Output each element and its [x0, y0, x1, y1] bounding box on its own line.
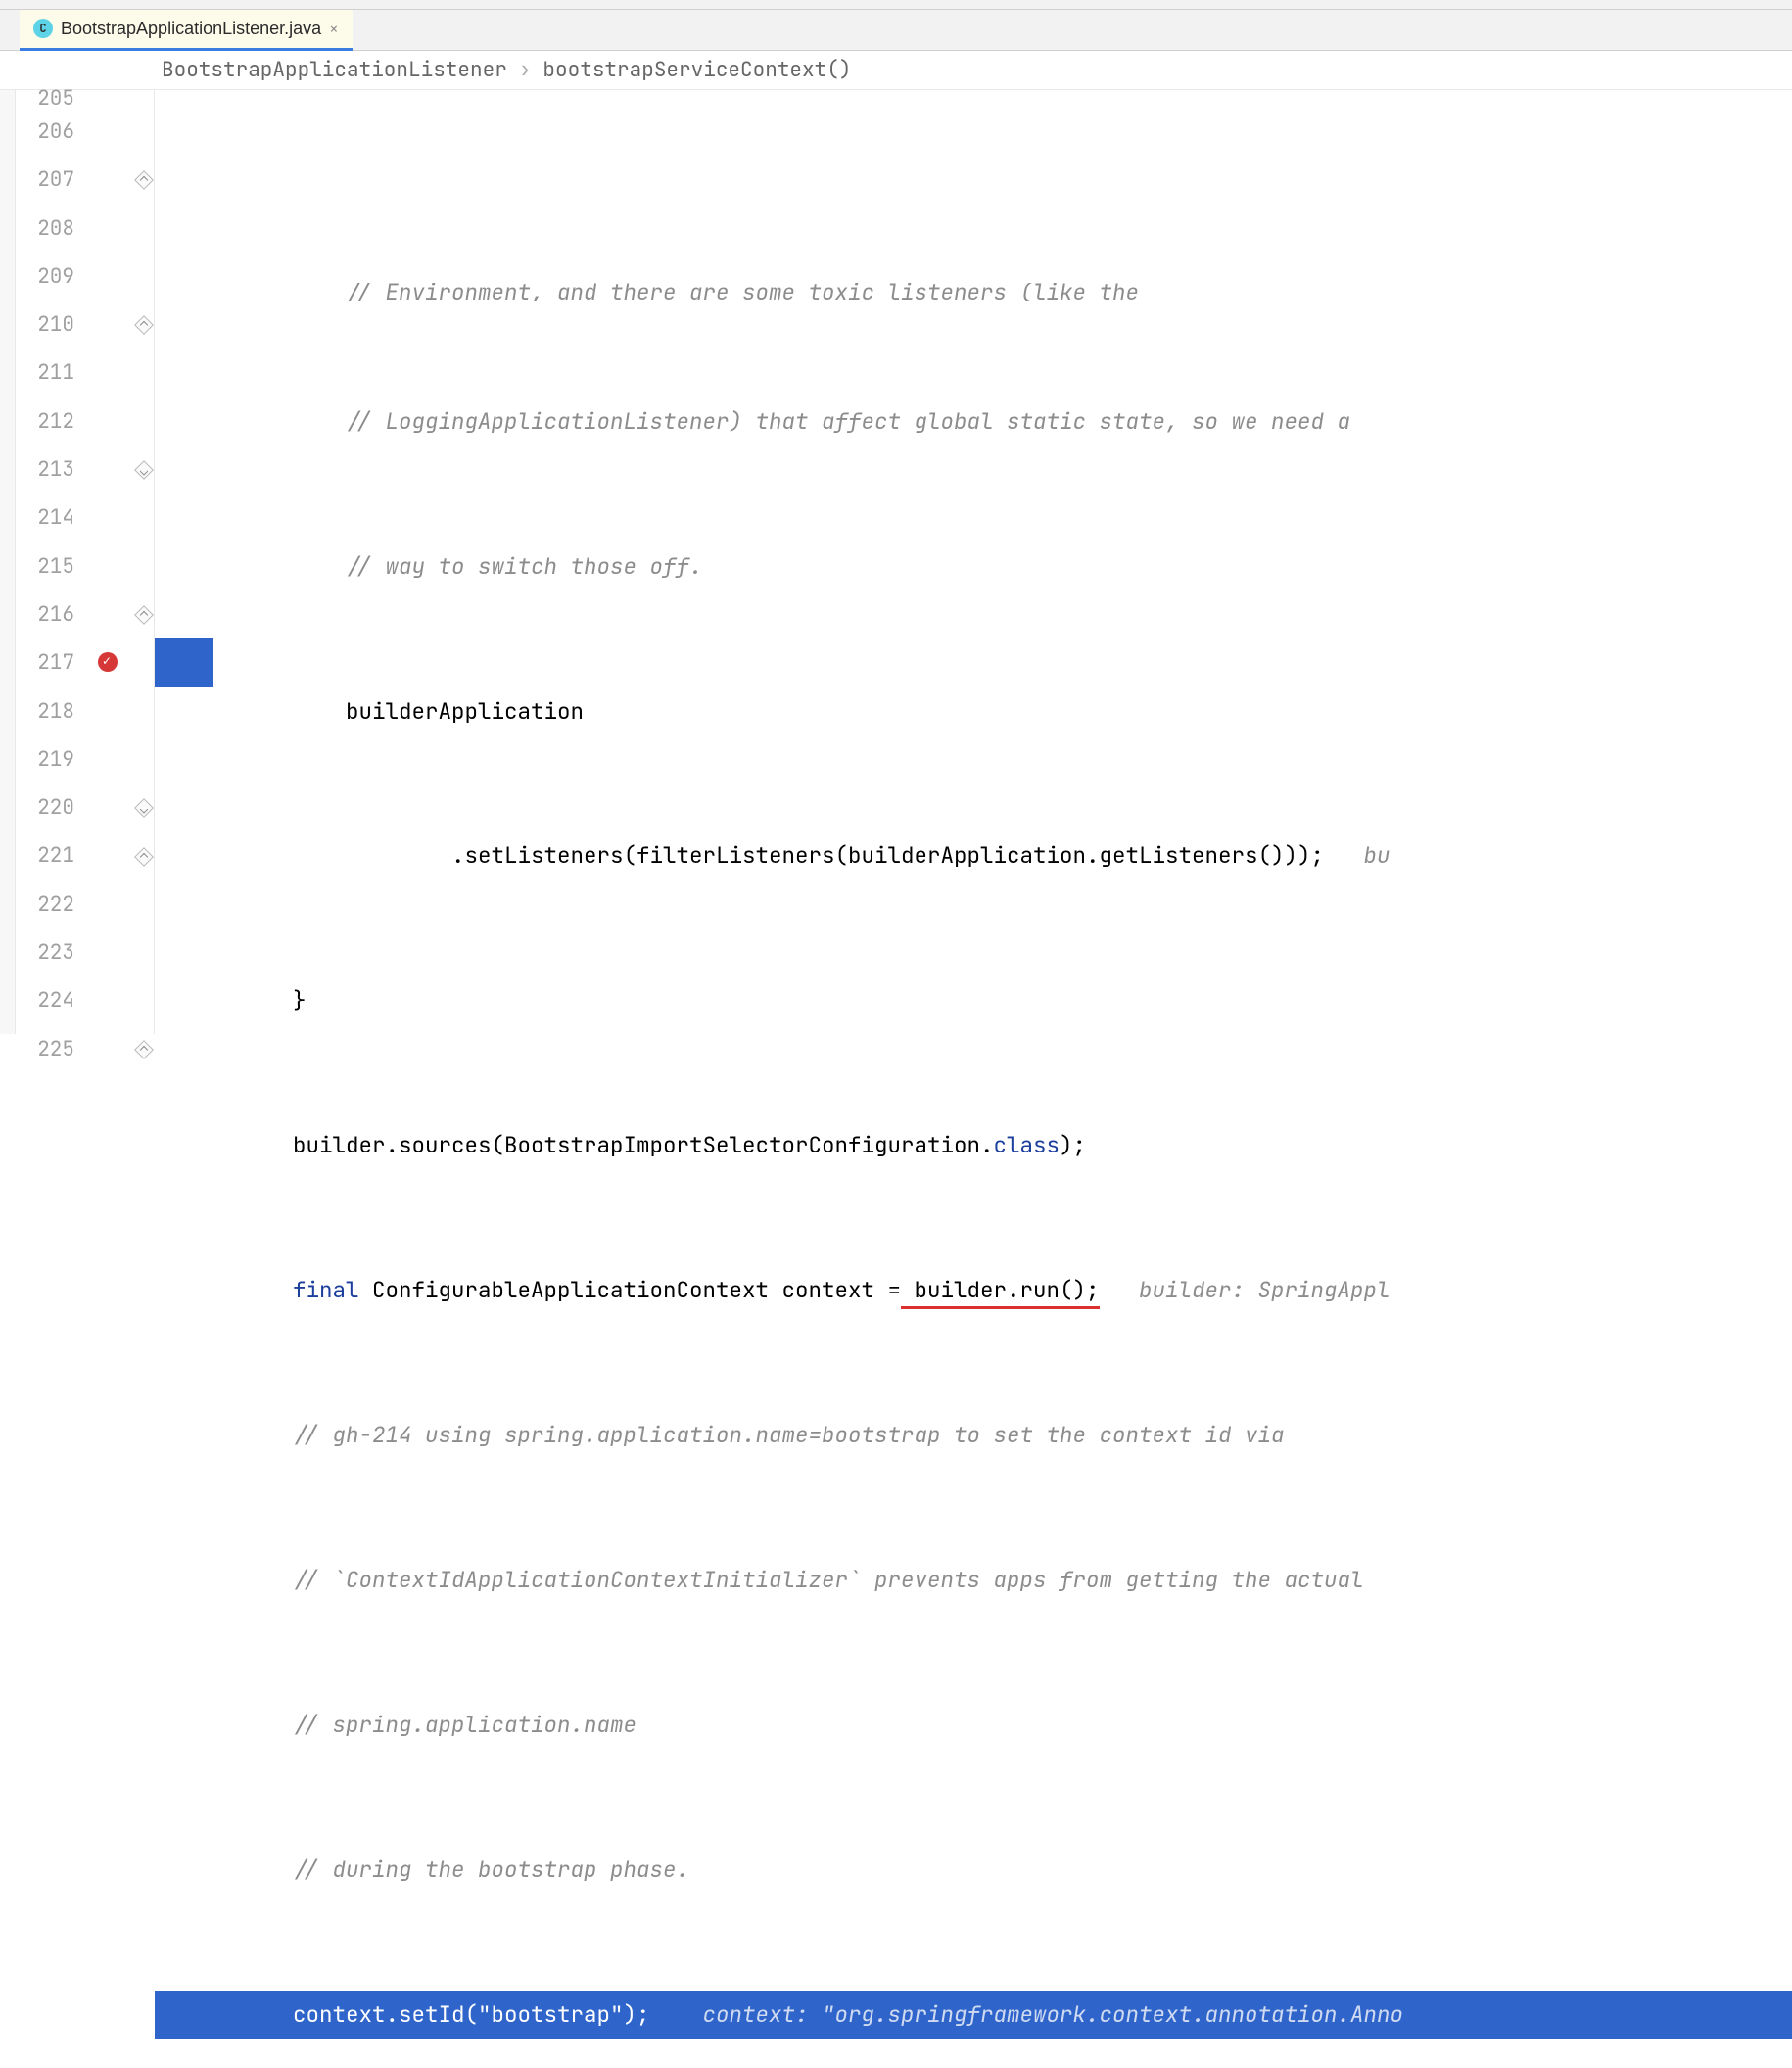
code-line[interactable]: builder.sources(BootstrapImportSelectorC…	[155, 1121, 1792, 1169]
left-marker-stripe	[0, 90, 16, 1034]
code-editor[interactable]: // Environment, and there are some toxic…	[155, 90, 1792, 1034]
tab-filename: BootstrapApplicationListener.java	[61, 19, 321, 39]
code-line[interactable]: // Environment, and there are some toxic…	[155, 283, 1792, 301]
line-number: 212	[16, 398, 74, 446]
fold-collapse-icon[interactable]	[134, 847, 154, 867]
code-line[interactable]: .setListeners(filterListeners(builderApp…	[155, 831, 1792, 879]
line-number: 221	[16, 831, 74, 879]
code-line[interactable]: }	[155, 976, 1792, 1024]
line-number: 217	[16, 638, 74, 686]
breadcrumb-class[interactable]: BootstrapApplicationListener	[162, 57, 507, 83]
fold-collapse-icon[interactable]	[134, 170, 154, 190]
top-toolbar-strip	[0, 0, 1792, 10]
code-line[interactable]: // spring.application.name	[155, 1701, 1792, 1749]
fold-collapse-icon[interactable]	[134, 605, 154, 625]
fold-collapse-icon[interactable]	[134, 1040, 154, 1059]
line-number: 209	[16, 253, 74, 301]
line-number: 205	[16, 90, 74, 108]
code-line[interactable]: // during the bootstrap phase.	[155, 1846, 1792, 1894]
line-number: 208	[16, 205, 74, 253]
fold-expand-icon[interactable]	[134, 798, 154, 818]
code-line[interactable]: // LoggingApplicationListener) that affe…	[155, 398, 1792, 446]
editor-tab-bar: C BootstrapApplicationListener.java ×	[0, 10, 1792, 51]
breadcrumb-method[interactable]: bootstrapServiceContext()	[542, 57, 851, 83]
code-line[interactable]: // way to switch those off.	[155, 542, 1792, 590]
code-line-current[interactable]: context.setId("bootstrap"); context: "or…	[155, 1991, 1792, 2039]
line-number: 211	[16, 349, 74, 397]
code-line[interactable]: final ConfigurableApplicationContext con…	[155, 1266, 1792, 1314]
fold-gutter[interactable]	[133, 90, 155, 1034]
fold-expand-icon[interactable]	[134, 460, 154, 480]
line-number: 213	[16, 446, 74, 494]
breakpoint-icon[interactable]	[98, 652, 118, 672]
breadcrumb: BootstrapApplicationListener › bootstrap…	[0, 51, 1792, 90]
chevron-right-icon: ›	[519, 57, 532, 83]
java-class-icon: C	[33, 19, 53, 38]
marker-gutter	[84, 90, 133, 1034]
line-number: 220	[16, 783, 74, 831]
line-number: 224	[16, 976, 74, 1024]
line-number: 210	[16, 301, 74, 349]
code-line[interactable]: // gh-214 using spring.application.name=…	[155, 1411, 1792, 1459]
editor-tab[interactable]: C BootstrapApplicationListener.java ×	[20, 10, 353, 51]
line-number: 206	[16, 108, 74, 156]
line-number-gutter[interactable]: 205 206 207 208 209 210 211 212 213 214 …	[16, 90, 84, 1034]
line-number: 223	[16, 928, 74, 976]
code-line[interactable]: builderApplication	[155, 687, 1792, 735]
line-number: 225	[16, 1025, 74, 1073]
line-number: 216	[16, 590, 74, 638]
line-number: 215	[16, 542, 74, 590]
line-number: 214	[16, 494, 74, 541]
line-number: 218	[16, 687, 74, 735]
line-number: 222	[16, 880, 74, 928]
editor-area: 205 206 207 208 209 210 211 212 213 214 …	[0, 90, 1792, 1034]
code-line[interactable]: // `ContextIdApplicationContextInitializ…	[155, 1556, 1792, 1604]
line-number: 219	[16, 735, 74, 783]
fold-collapse-icon[interactable]	[134, 315, 154, 335]
current-line-stripe	[155, 638, 213, 686]
close-icon[interactable]: ×	[329, 19, 339, 39]
line-number: 207	[16, 156, 74, 204]
